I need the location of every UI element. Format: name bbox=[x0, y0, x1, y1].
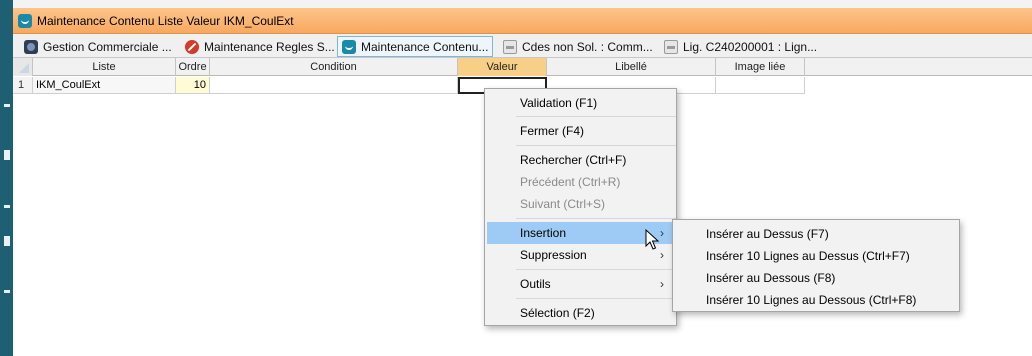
tab-cdes-non-sol[interactable]: Cdes non Sol. : Comm... bbox=[499, 36, 657, 57]
tab-label: Lig. C240200001 : Lign... bbox=[683, 39, 818, 54]
context-menu: Validation (F1) Fermer (F4) Rechercher (… bbox=[484, 88, 677, 326]
strip-marker bbox=[4, 290, 10, 293]
strip-marker bbox=[4, 150, 10, 160]
tab-label: Cdes non Sol. : Comm... bbox=[522, 39, 653, 54]
menu-item-fermer[interactable]: Fermer (F4) bbox=[487, 120, 674, 142]
menu-item-rechercher[interactable]: Rechercher (Ctrl+F) bbox=[487, 149, 674, 171]
menu-separator bbox=[516, 116, 676, 117]
cell-image-liee[interactable] bbox=[716, 77, 805, 94]
top-background bbox=[13, 0, 1032, 8]
menu-item-inserer-au-dessous[interactable]: Insérer au Dessous (F8) bbox=[675, 267, 957, 289]
menu-separator bbox=[516, 269, 676, 270]
menu-item-label: Outils bbox=[520, 277, 551, 291]
strip-marker bbox=[4, 205, 10, 208]
tab-label: Gestion Commerciale ... bbox=[43, 39, 172, 54]
no-entry-icon bbox=[185, 39, 199, 54]
tab-lig-c240200001[interactable]: Lig. C240200001 : Lign... bbox=[660, 36, 821, 57]
select-all-corner[interactable] bbox=[13, 58, 33, 76]
window-title: Maintenance Contenu Liste Valeur IKM_Cou… bbox=[37, 14, 294, 28]
menu-item-inserer-10-lignes-au-dessus[interactable]: Insérer 10 Lignes au Dessus (Ctrl+F7) bbox=[675, 245, 957, 267]
submenu-arrow-icon: › bbox=[660, 277, 664, 291]
column-header-liste[interactable]: Liste bbox=[33, 58, 176, 76]
column-header-valeur[interactable]: Valeur bbox=[458, 58, 547, 76]
cell-liste[interactable]: IKM_CoulExt bbox=[33, 77, 176, 94]
tab-label: Maintenance Contenu... bbox=[361, 39, 489, 54]
strip-marker bbox=[4, 104, 10, 107]
tab-gestion-commerciale[interactable]: Gestion Commerciale ... bbox=[20, 36, 176, 57]
mouse-cursor-icon bbox=[645, 229, 660, 250]
menu-separator bbox=[516, 298, 676, 299]
app-icon bbox=[342, 39, 356, 54]
menu-item-inserer-au-dessus[interactable]: Insérer au Dessus (F7) bbox=[675, 223, 957, 245]
menu-item-label: Insertion bbox=[520, 226, 567, 240]
document-tabs: Gestion Commerciale ... Maintenance Regl… bbox=[13, 34, 1032, 58]
gear-icon bbox=[24, 39, 38, 54]
menu-separator bbox=[516, 145, 676, 146]
tab-maintenance-contenu[interactable]: Maintenance Contenu... bbox=[337, 36, 494, 57]
tab-label: Maintenance Regles S... bbox=[204, 39, 335, 54]
menu-item-inserer-10-lignes-au-dessous[interactable]: Insérer 10 Lignes au Dessous (Ctrl+F8) bbox=[675, 289, 957, 311]
app-icon bbox=[18, 14, 32, 28]
row-number[interactable]: 1 bbox=[13, 77, 33, 94]
column-header-condition[interactable]: Condition bbox=[210, 58, 458, 76]
strip-marker bbox=[4, 236, 10, 246]
insertion-submenu: Insérer au Dessus (F7) Insérer 10 Lignes… bbox=[672, 219, 960, 312]
left-side-strip bbox=[0, 0, 13, 356]
printer-icon bbox=[664, 39, 678, 54]
column-header-image-liee[interactable]: Image liée bbox=[716, 58, 805, 76]
grid-header: Liste Ordre Condition Valeur Libellé Ima… bbox=[13, 58, 1032, 76]
menu-separator bbox=[516, 218, 676, 219]
menu-item-label: Suppression bbox=[520, 248, 587, 262]
menu-item-selection[interactable]: Sélection (F2) bbox=[487, 302, 674, 324]
menu-item-validation[interactable]: Validation (F1) bbox=[487, 92, 674, 114]
menu-item-precedent[interactable]: Précédent (Ctrl+R) bbox=[487, 171, 674, 193]
column-header-ordre[interactable]: Ordre bbox=[176, 58, 210, 76]
cell-ordre[interactable]: 10 bbox=[176, 77, 210, 94]
cell-condition[interactable] bbox=[210, 77, 458, 94]
printer-icon bbox=[503, 39, 517, 54]
window-titlebar[interactable]: Maintenance Contenu Liste Valeur IKM_Cou… bbox=[13, 8, 1032, 34]
column-header-libelle[interactable]: Libellé bbox=[547, 58, 716, 76]
menu-item-outils[interactable]: Outils › bbox=[487, 273, 674, 295]
tab-maintenance-regles[interactable]: Maintenance Regles S... bbox=[181, 36, 339, 57]
menu-item-suivant[interactable]: Suivant (Ctrl+S) bbox=[487, 193, 674, 215]
